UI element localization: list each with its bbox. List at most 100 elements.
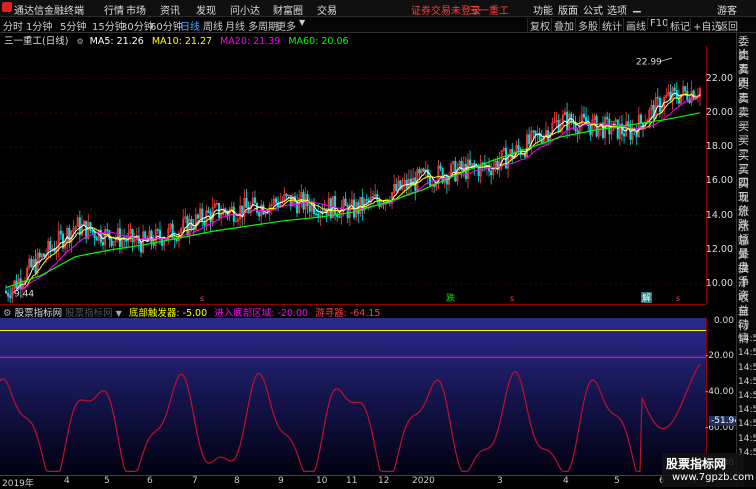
tab-5min[interactable]: 5分钟 <box>60 18 86 33</box>
candle-body <box>334 196 337 215</box>
candle-body <box>59 230 62 235</box>
menu-options[interactable]: 选项 <box>607 2 627 17</box>
menu-function[interactable]: 功能 <box>533 2 553 17</box>
candle-body <box>42 253 45 257</box>
side-panel-item[interactable]: 14:56 <box>738 404 756 417</box>
price-tick-label: 10.00 <box>705 278 733 290</box>
tab-intraday[interactable]: 分时 <box>3 18 23 33</box>
menu-news[interactable]: 资讯 <box>160 2 180 17</box>
draw-line-button[interactable]: 画线 <box>623 18 648 33</box>
candle-body <box>469 159 472 166</box>
tab-1min[interactable]: 1分钟 <box>26 18 52 33</box>
sub-tick-label: 0.00 <box>713 315 734 326</box>
tab-daily[interactable]: 日线 <box>180 18 200 33</box>
menu-market[interactable]: 市场 <box>126 2 146 17</box>
guest-login[interactable]: 游客 <box>717 2 737 17</box>
candle-body <box>38 252 41 258</box>
candle-body <box>566 111 569 130</box>
candle-body <box>5 290 8 294</box>
menu-wealth[interactable]: 财富圈 <box>273 2 303 17</box>
sub-background <box>0 318 706 475</box>
candle-body <box>315 213 318 215</box>
date-tick-label: 6 <box>147 476 153 486</box>
watermark-url: www.7gpzb.com <box>672 472 754 483</box>
date-tick-label: 4 <box>64 476 70 486</box>
kline-chart[interactable]: 22.99 9.44 跌 解 s s s <box>0 46 706 303</box>
candle-body <box>376 193 379 201</box>
sub-axis: 0.00-20.00-40.00-60.00-80.00 <box>705 315 737 475</box>
statistics-button[interactable]: 统计 <box>599 18 624 33</box>
candle-body <box>321 210 324 213</box>
side-panel-item[interactable]: 14:56 <box>738 433 756 446</box>
candle-body <box>131 228 134 243</box>
side-panel-item[interactable]: 14:56 <box>738 376 756 389</box>
sub-indicator-chart[interactable] <box>0 318 706 475</box>
candle-body <box>275 198 278 204</box>
overlay-button[interactable]: 叠加 <box>551 18 576 33</box>
minimize-icon[interactable]: ▁ <box>633 2 641 13</box>
candle-body <box>49 240 52 250</box>
tab-60min[interactable]: 60分钟 <box>150 18 183 33</box>
side-panel-item[interactable]: 14:56 <box>738 390 756 403</box>
candle-body <box>34 259 37 274</box>
candle-body <box>95 237 98 241</box>
candle-body <box>156 229 159 231</box>
menu-layout[interactable]: 版面 <box>558 2 578 17</box>
side-panel-item[interactable]: 14:56 <box>738 362 756 375</box>
tab-more[interactable]: 更多 <box>276 18 296 33</box>
multi-stock-button[interactable]: 多股 <box>575 18 600 33</box>
price-tick-label: 18.00 <box>705 141 733 153</box>
tab-monthly[interactable]: 月线 <box>225 18 245 33</box>
menu-formula[interactable]: 公式 <box>583 2 603 17</box>
tab-30min[interactable]: 30分钟 <box>121 18 154 33</box>
date-tick-label: 4 <box>563 476 569 486</box>
date-tick-label: 5 <box>614 476 620 486</box>
date-tick-label: 7 <box>192 476 198 486</box>
candle-body <box>266 212 269 214</box>
price-tick-label: 22.00 <box>705 72 733 84</box>
dividend-marker: s <box>200 294 204 303</box>
quote-side-panel: 委比 卖五 卖四 卖三 卖二 卖一 买一 买二 买三 买四 买五 现价 涨跌 涨幅 总量 外盘 换手 净资 收益 自动… <box>736 33 756 487</box>
menu-ask[interactable]: 问小达 <box>230 2 260 17</box>
side-panel-item[interactable]: 14:56 <box>738 347 756 360</box>
adjust-button[interactable]: 复权 <box>527 18 552 33</box>
candle-body <box>422 168 425 172</box>
candle-body <box>308 205 311 212</box>
date-tick-label: 12 <box>378 476 390 486</box>
mark-button[interactable]: 标记 <box>667 18 692 33</box>
side-panel-item[interactable]: 14:56 <box>738 418 756 431</box>
candle-body <box>378 200 381 207</box>
tab-multi-period[interactable]: 多周期 <box>248 18 278 33</box>
menu-bar: 通达信金融终端 行情 市场 资讯 发现 问小达 财富圈 交易 证券交易未登录 三… <box>0 0 756 17</box>
tab-weekly[interactable]: 周线 <box>203 18 223 33</box>
candle-body <box>344 198 347 206</box>
side-panel-item[interactable]: 14:56 <box>738 333 756 346</box>
menu-discover[interactable]: 发现 <box>196 2 216 17</box>
price-axis: 22.00 20.00 18.00 16.00 14.00 12.00 10.00 <box>706 46 737 303</box>
candle-body <box>118 228 121 247</box>
chevron-down-icon[interactable]: ▼ <box>299 18 305 27</box>
ma60-series-line <box>5 112 701 289</box>
candle-body <box>207 210 210 213</box>
candle-body <box>606 116 609 120</box>
candle-body <box>528 134 531 145</box>
candle-body <box>582 113 585 118</box>
price-tick-label: 14.00 <box>705 209 733 221</box>
watermark: 股票指标网 www.7gpzb.com <box>662 453 754 487</box>
menu-quotes[interactable]: 行情 <box>104 2 124 17</box>
dropdown-icon[interactable]: ▼ <box>116 309 122 318</box>
candle-body <box>30 258 33 267</box>
menu-trade[interactable]: 交易 <box>317 2 337 17</box>
ma10-line <box>5 93 701 297</box>
candle-body <box>106 229 109 231</box>
settings-gear-icon[interactable]: ⚙ <box>76 37 83 46</box>
candle-body <box>395 184 398 192</box>
period-toolbar: 分时 1分钟 5分钟 15分钟 30分钟 60分钟 日线 周线 月线 多周期 更… <box>0 17 756 33</box>
marker-drop: 跌 <box>446 293 455 303</box>
candle-body <box>19 278 22 289</box>
candle-body <box>68 228 71 243</box>
candle-body <box>418 169 421 174</box>
tab-15min[interactable]: 15分钟 <box>92 18 125 33</box>
date-axis: 2019年456789101112202034567 <box>0 475 706 489</box>
back-button[interactable]: 返回 <box>715 18 740 33</box>
